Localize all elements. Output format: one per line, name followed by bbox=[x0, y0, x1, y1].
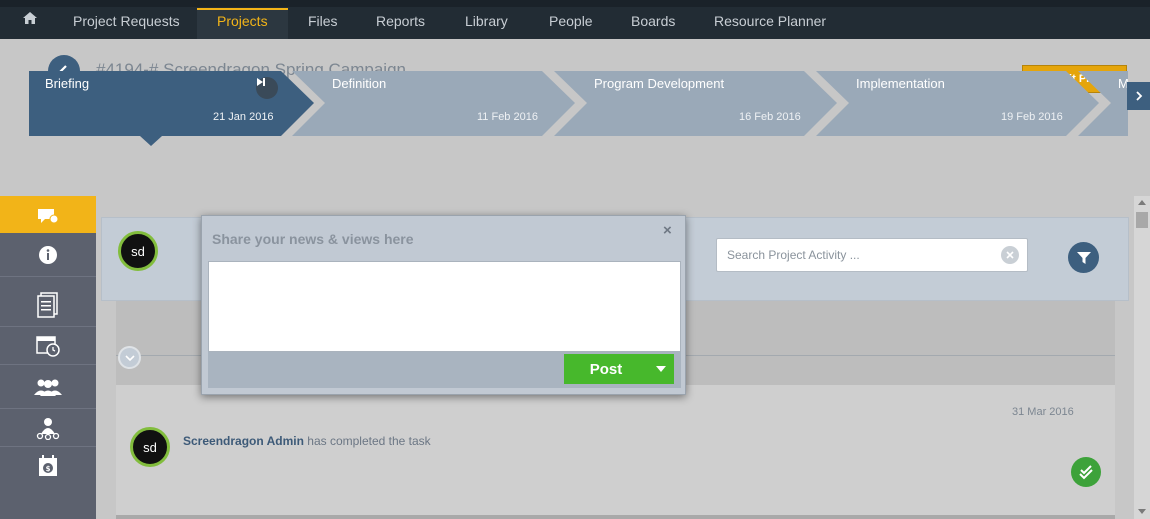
stage-next-partial[interactable]: M bbox=[1078, 71, 1129, 136]
nav-projects[interactable]: Projects bbox=[217, 13, 268, 29]
org-chart-icon bbox=[36, 417, 60, 440]
sidebar-item-schedule[interactable] bbox=[0, 327, 96, 365]
scroll-down-arrow[interactable] bbox=[1138, 509, 1146, 514]
stage-date: 19 Feb 2016 bbox=[1001, 111, 1063, 123]
post-label: Post bbox=[589, 360, 623, 378]
nav-project-requests[interactable]: Project Requests bbox=[73, 13, 180, 29]
stage-implementation[interactable]: Implementation 19 Feb 2016 bbox=[816, 71, 1101, 136]
feed-user-link[interactable]: Screendragon Admin bbox=[183, 434, 304, 448]
nav-boards[interactable]: Boards bbox=[631, 13, 675, 29]
clear-search-button[interactable] bbox=[1001, 246, 1019, 264]
svg-text:$: $ bbox=[46, 465, 51, 473]
sidebar-item-info[interactable] bbox=[0, 233, 96, 277]
stage-program-development[interactable]: Program Development 16 Feb 2016 bbox=[554, 71, 839, 136]
feed-avatar: sd bbox=[130, 427, 170, 467]
stage-definition[interactable]: Definition 11 Feb 2016 bbox=[292, 71, 577, 136]
top-navigation: Project Requests Projects Files Reports … bbox=[0, 0, 1150, 39]
scroll-thumb[interactable] bbox=[1136, 212, 1148, 228]
feed-text: Screendragon Admin has completed the tas… bbox=[183, 434, 431, 448]
skip-forward-icon[interactable] bbox=[256, 77, 278, 99]
nav-library[interactable]: Library bbox=[465, 13, 508, 29]
caret-down-icon bbox=[656, 366, 666, 372]
avatar-text: sd bbox=[143, 439, 157, 455]
feed-date: 31 Mar 2016 bbox=[1012, 406, 1074, 418]
scroll-up-arrow[interactable] bbox=[1138, 200, 1146, 205]
close-icon bbox=[1006, 251, 1014, 259]
stage-label: Program Development bbox=[594, 76, 725, 91]
vertical-scrollbar[interactable] bbox=[1134, 196, 1150, 519]
avatar: sd bbox=[118, 231, 158, 271]
stage-label: Definition bbox=[332, 76, 387, 91]
chevron-down-icon bbox=[124, 354, 135, 361]
budget-calendar-icon: $ bbox=[39, 455, 57, 476]
chevron-right-icon bbox=[1135, 91, 1142, 101]
home-icon[interactable] bbox=[23, 12, 37, 24]
feed-action: has completed the task bbox=[307, 434, 431, 448]
popup-title: Share your news & views here bbox=[212, 231, 414, 247]
nav-resource-planner[interactable]: Resource Planner bbox=[714, 13, 826, 29]
stage-label: Implementation bbox=[856, 76, 945, 91]
post-button[interactable]: Post bbox=[564, 354, 674, 384]
avatar-text: sd bbox=[131, 243, 145, 259]
task-completed-icon bbox=[1071, 457, 1101, 487]
sidebar-item-team[interactable] bbox=[0, 365, 96, 409]
stage-date: 16 Feb 2016 bbox=[739, 111, 801, 123]
stages-scroll-right-button[interactable] bbox=[1127, 82, 1150, 110]
collapse-button[interactable] bbox=[118, 346, 141, 369]
sidebar: $ bbox=[0, 196, 96, 519]
nav-people[interactable]: People bbox=[549, 13, 593, 29]
post-options-dropdown[interactable] bbox=[648, 354, 674, 384]
popup-footer: Post bbox=[208, 352, 681, 388]
search-placeholder: Search Project Activity ... bbox=[727, 248, 860, 262]
search-activity-input[interactable]: Search Project Activity ... bbox=[716, 238, 1028, 272]
filter-icon bbox=[1076, 251, 1091, 264]
nav-files[interactable]: Files bbox=[308, 13, 338, 29]
feed-item: 31 Mar 2016 sd Screendragon Admin has co… bbox=[116, 385, 1115, 519]
divider bbox=[116, 515, 1115, 519]
calendar-clock-icon bbox=[36, 335, 60, 357]
stage-briefing[interactable]: Briefing 21 Jan 2016 bbox=[29, 71, 314, 146]
sidebar-item-organization[interactable] bbox=[0, 409, 96, 447]
sidebar-item-budget[interactable]: $ bbox=[0, 447, 96, 485]
sidebar-item-documents[interactable] bbox=[0, 283, 96, 327]
news-textarea[interactable] bbox=[208, 261, 681, 352]
team-icon bbox=[34, 379, 62, 396]
stage-label: Briefing bbox=[45, 76, 90, 91]
document-list-icon bbox=[37, 291, 58, 318]
stage-date: 21 Jan 2016 bbox=[213, 111, 274, 123]
nav-reports[interactable]: Reports bbox=[376, 13, 425, 29]
share-news-popup: Share your news & views here × Post bbox=[201, 215, 686, 395]
comment-icon bbox=[38, 208, 59, 223]
sidebar-item-activity[interactable] bbox=[0, 196, 96, 233]
info-icon bbox=[39, 245, 57, 264]
filter-button[interactable] bbox=[1068, 242, 1099, 273]
stage-date: 11 Feb 2016 bbox=[477, 111, 538, 123]
close-popup-button[interactable]: × bbox=[663, 222, 672, 239]
